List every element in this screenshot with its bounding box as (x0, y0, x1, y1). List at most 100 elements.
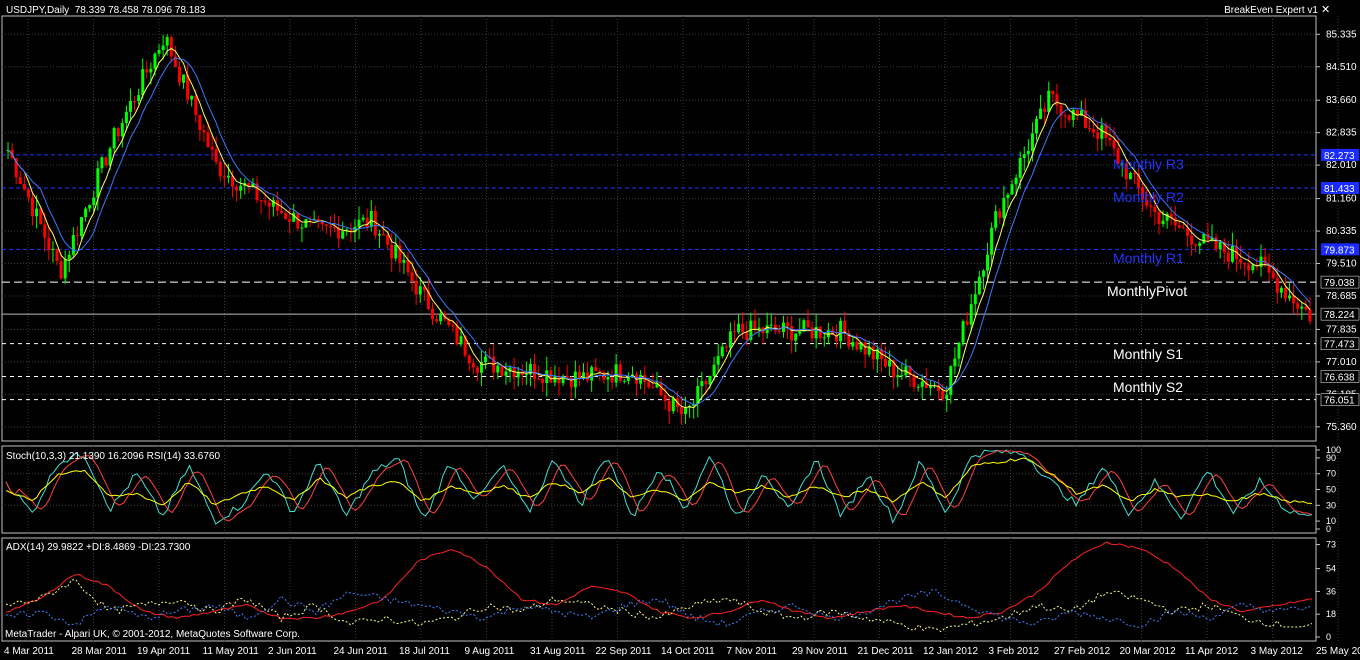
candle-body (88, 205, 92, 209)
candle-body (1010, 184, 1014, 195)
candle-body (733, 331, 737, 333)
candle-body (18, 177, 22, 185)
candle-body (614, 364, 618, 383)
candle-body (1218, 241, 1222, 250)
candle-body (606, 376, 610, 380)
candle-body (341, 231, 345, 239)
candle-body (524, 374, 528, 376)
candle-body (296, 213, 300, 229)
candle-body (671, 398, 675, 412)
close-icon[interactable]: ✕ (1321, 4, 1330, 16)
expert-advisor-label[interactable]: BreakEven Expert v1 (1224, 5, 1318, 17)
candle-body (822, 337, 826, 339)
candle-body (990, 227, 994, 255)
candle-body (843, 320, 847, 334)
copyright-text: MetaTrader - Alpari UK, © 2001-2012, Met… (5, 629, 300, 640)
candle-body (239, 185, 243, 191)
candle-body (818, 326, 822, 338)
candle-body (406, 259, 410, 273)
price-axis-label: 84.510 (1326, 62, 1357, 73)
candle-body (965, 321, 969, 325)
candle-body (1202, 233, 1206, 244)
candle-body (737, 323, 741, 333)
time-axis-label: 29 Nov 2011 (792, 646, 848, 657)
adx-axis-label: 54 (1326, 564, 1336, 574)
candle-body (267, 202, 271, 207)
candle-body (1071, 109, 1075, 120)
candle-body (194, 95, 198, 115)
minus-di-line (5, 589, 1313, 628)
candle-body (1308, 309, 1312, 322)
candle-body (475, 367, 479, 373)
candle-body (1063, 115, 1067, 117)
candle-body (279, 210, 283, 214)
candle-body (222, 176, 226, 178)
candle-body (59, 261, 63, 279)
level-label: Monthly R1 (1113, 250, 1184, 267)
candle-body (953, 358, 957, 367)
candle-body (226, 175, 230, 178)
candle-body (994, 211, 998, 228)
candle-body (1279, 287, 1283, 293)
candle-body (471, 363, 475, 368)
price-axis-label: 75.360 (1326, 422, 1357, 433)
candle-body (35, 208, 39, 217)
stoch-axis-label: 70 (1326, 469, 1336, 479)
candle-body (1096, 132, 1100, 139)
candle-body (916, 386, 920, 388)
candle-body (1039, 108, 1043, 119)
adx-line (5, 541, 1313, 620)
candle-body (1239, 259, 1243, 263)
candle-body (1153, 207, 1157, 212)
time-axis-label: 4 Mar 2011 (4, 646, 54, 657)
time-axis-label: 19 Apr 2011 (137, 646, 191, 657)
candle-body (320, 221, 324, 225)
time-axis-label: 14 Oct 2011 (661, 646, 715, 657)
candle-body (745, 332, 749, 341)
level-label: Monthly R3 (1113, 155, 1184, 172)
candle-body (80, 217, 84, 237)
candle-body (777, 330, 781, 333)
chart-canvas[interactable]: 4 Mar 2011 28 Mar 2011 19 Apr 2011 11 May 2… (0, 0, 1360, 660)
candle-body (1149, 205, 1153, 208)
time-axis-label: 9 Aug 2011 (465, 646, 515, 657)
candle-body (369, 211, 373, 227)
stoch-axis-label: 50 (1326, 485, 1336, 495)
level-badge-text: 76.051 (1324, 396, 1355, 407)
candle-body (998, 211, 1002, 218)
candle-body (275, 200, 279, 211)
candle-body (1018, 158, 1022, 178)
candle-body (84, 208, 88, 218)
candle-body (1198, 243, 1202, 246)
candle-body (1128, 172, 1132, 180)
candle-body (1177, 225, 1181, 228)
candle-body (851, 341, 855, 347)
candle-body (328, 225, 332, 228)
candle-body (541, 378, 545, 384)
candle-body (1190, 235, 1194, 245)
level-label: Monthly R2 (1113, 188, 1184, 205)
price-axis-label: 78.685 (1326, 291, 1357, 302)
candle-body (790, 326, 794, 341)
level-label: Monthly S2 (1113, 378, 1184, 395)
candle-body (263, 200, 267, 203)
candle-body (435, 319, 439, 322)
candle-body (1304, 306, 1308, 310)
metatrader-chart-window[interactable]: 4 Mar 2011 28 Mar 2011 19 Apr 2011 11 May 2… (0, 0, 1360, 660)
candle-body (549, 370, 553, 383)
candle-body (402, 259, 406, 263)
candle-body (1300, 306, 1304, 309)
level-badge-text: 79.038 (1324, 278, 1355, 289)
candle-body (414, 281, 418, 295)
candle-body (651, 387, 655, 389)
price-axis-label: 77.010 (1326, 357, 1357, 368)
adx-axis-label: 36 (1326, 586, 1336, 596)
time-axis-label: 28 Mar 2011 (72, 646, 128, 657)
candle-body (704, 381, 708, 385)
candle-body (386, 235, 390, 245)
candle-body (741, 323, 745, 333)
candle-body (537, 378, 541, 380)
candle-body (806, 320, 810, 328)
candle-body (667, 401, 671, 412)
candle-body (1067, 115, 1071, 120)
